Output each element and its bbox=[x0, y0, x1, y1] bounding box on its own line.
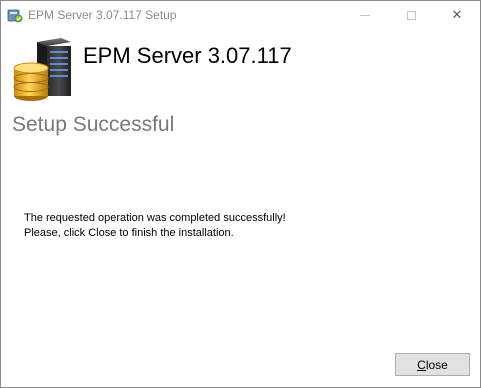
close-button[interactable]: Close bbox=[395, 353, 470, 376]
maximize-icon bbox=[406, 10, 416, 20]
window-close-button[interactable]: ✕ bbox=[434, 1, 480, 29]
minimize-icon bbox=[360, 14, 370, 16]
server-database-icon bbox=[13, 38, 71, 101]
page-heading: Setup Successful bbox=[12, 113, 175, 136]
title-bar[interactable]: EPM Server 3.07.117 Setup ✕ bbox=[1, 1, 480, 29]
installer-window: EPM Server 3.07.117 Setup ✕ EPM Server 3… bbox=[0, 0, 481, 388]
minimize-button[interactable] bbox=[342, 1, 388, 29]
close-button-label-rest: lose bbox=[425, 357, 448, 372]
status-message-line-1: The requested operation was completed su… bbox=[24, 212, 286, 224]
installer-app-icon bbox=[7, 9, 23, 23]
close-button-mnemonic: C bbox=[417, 357, 426, 372]
product-title: EPM Server 3.07.117 bbox=[83, 43, 292, 68]
status-message-line-2: Please, click Close to finish the instal… bbox=[24, 227, 234, 239]
close-icon: ✕ bbox=[451, 7, 463, 22]
window-title: EPM Server 3.07.117 Setup bbox=[28, 8, 177, 22]
maximize-button[interactable] bbox=[388, 1, 434, 29]
